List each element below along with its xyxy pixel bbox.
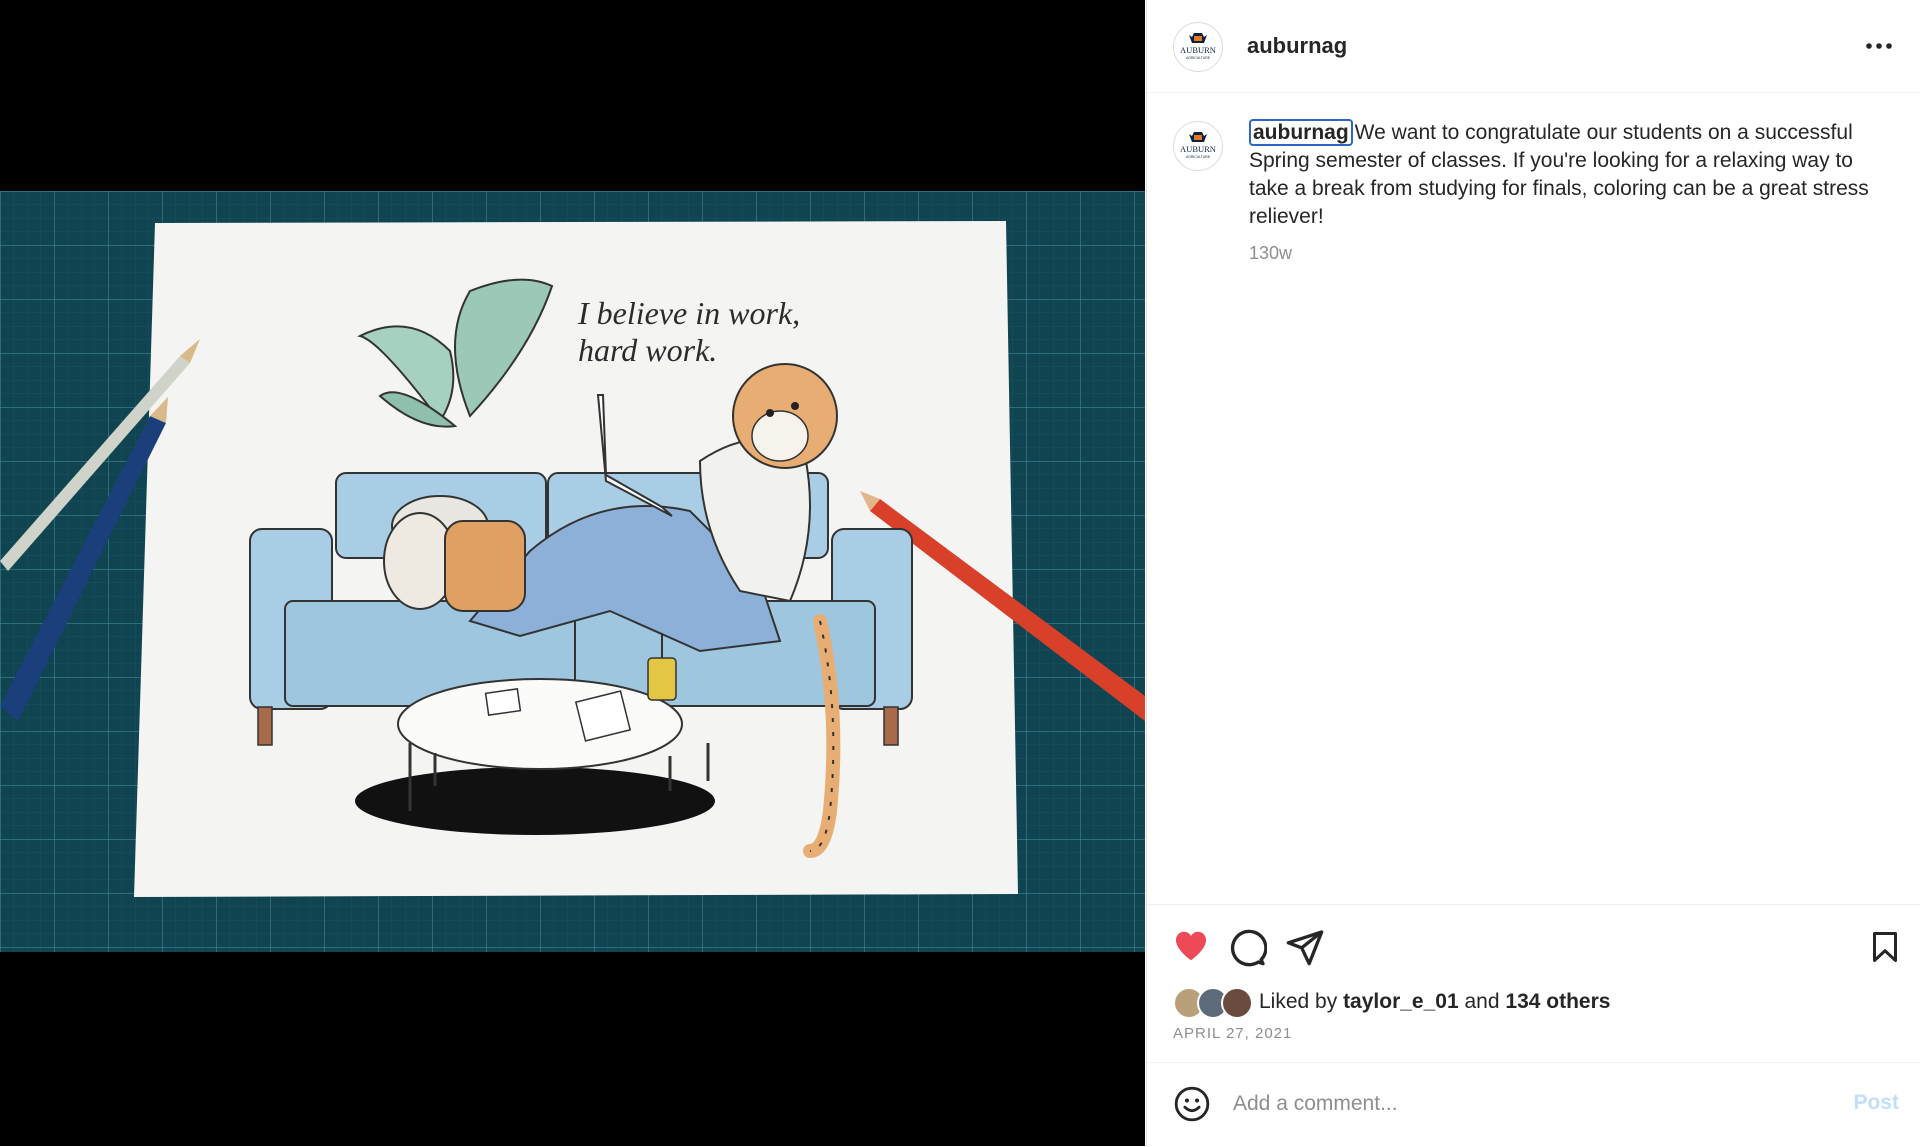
- post-header: AUBURN AGRICULTURE auburnag: [1147, 0, 1920, 93]
- profile-avatar[interactable]: AUBURN AGRICULTURE: [1173, 22, 1223, 72]
- post-detail-panel: AUBURN AGRICULTURE auburnag AUBURN AGRIC…: [1146, 0, 1920, 1146]
- caption-username[interactable]: auburnag: [1249, 119, 1353, 146]
- post-media[interactable]: I believe in work, hard work.: [0, 0, 1145, 1146]
- comment-input[interactable]: [1233, 1087, 1813, 1121]
- post-date[interactable]: APRIL 27, 2021: [1173, 1025, 1292, 1042]
- likes-and: and: [1464, 990, 1500, 1013]
- post-comment-button[interactable]: Post: [1853, 1091, 1899, 1115]
- caption-avatar-sub-text: AGRICULTURE: [1186, 155, 1211, 159]
- likes-summary[interactable]: Liked by taylor_e_01 and 134 others: [1173, 987, 1610, 1019]
- caption-text-block: auburnag We want to congratulate our stud…: [1249, 119, 1879, 231]
- caption-avatar-logo-text: AUBURN: [1180, 144, 1216, 154]
- bookmark-icon[interactable]: [1867, 927, 1903, 967]
- avatar-logo-text: AUBURN: [1180, 45, 1216, 55]
- header-username[interactable]: auburnag: [1247, 33, 1347, 59]
- likes-prefix: Liked by: [1259, 990, 1338, 1013]
- comment-bar: Post: [1147, 1062, 1920, 1147]
- likes-others[interactable]: 134 others: [1505, 990, 1610, 1014]
- emoji-icon[interactable]: [1173, 1085, 1211, 1123]
- send-icon[interactable]: [1285, 927, 1325, 967]
- likes-user[interactable]: taylor_e_01: [1343, 990, 1459, 1014]
- quote-line-1: I believe in work,: [577, 295, 800, 331]
- caption-avatar[interactable]: AUBURN AGRICULTURE: [1173, 121, 1223, 171]
- post-image: I believe in work, hard work.: [0, 191, 1145, 952]
- comment-icon[interactable]: [1227, 927, 1267, 967]
- more-horizontal-icon[interactable]: [1861, 34, 1897, 58]
- caption-timestamp[interactable]: 130w: [1249, 243, 1292, 264]
- quote-line-2: hard work.: [578, 332, 717, 368]
- liker-avatars: [1173, 987, 1253, 1019]
- heart-filled-icon[interactable]: [1171, 927, 1211, 965]
- caption-area: AUBURN AGRICULTURE auburnag We want to co…: [1147, 93, 1920, 903]
- liker-avatar: [1221, 987, 1253, 1019]
- post-actions: Liked by taylor_e_01 and 134 others APRI…: [1147, 904, 1920, 1063]
- avatar-sub-text: AGRICULTURE: [1186, 56, 1211, 60]
